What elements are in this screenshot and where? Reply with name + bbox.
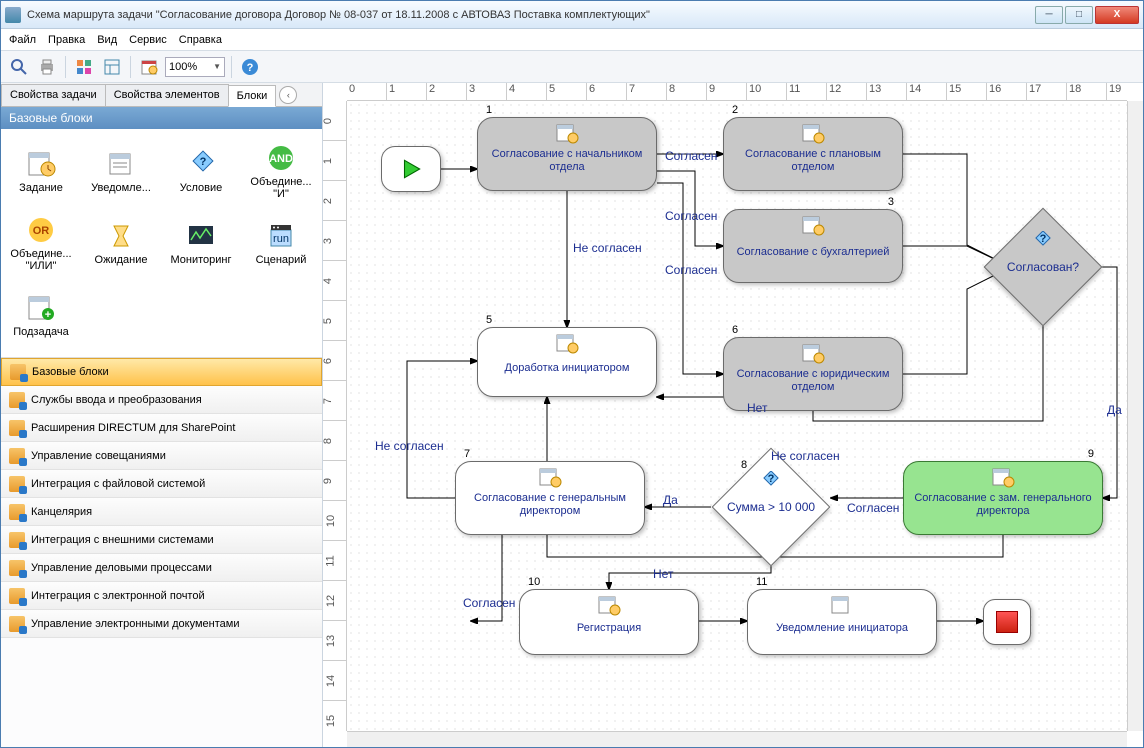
svg-text:?: ? bbox=[200, 156, 207, 168]
menu-service[interactable]: Сервис bbox=[129, 34, 167, 46]
ruler-vertical: 0123456789101112131415 bbox=[323, 101, 347, 731]
palette-condition[interactable]: ?Условие bbox=[161, 135, 241, 207]
titlebar: Схема маршрута задачи "Согласование дого… bbox=[1, 1, 1143, 29]
label-e10: Нет bbox=[653, 567, 673, 581]
node-2[interactable]: 2 Согласование с плановым отделом bbox=[723, 117, 903, 191]
tab-blocks[interactable]: Блоки bbox=[228, 85, 277, 107]
node-11[interactable]: 11 Уведомление инициатора bbox=[747, 589, 937, 655]
start-node[interactable] bbox=[381, 146, 441, 192]
node-3[interactable]: 3 Согласование с бухгалтерией bbox=[723, 209, 903, 283]
node-5[interactable]: 5 Доработка инициатором bbox=[477, 327, 657, 397]
label-e8: Да bbox=[663, 493, 678, 507]
label-e11: Согласен bbox=[463, 596, 515, 610]
svg-text:OR: OR bbox=[33, 225, 50, 237]
close-button[interactable]: X bbox=[1095, 6, 1139, 24]
accordion: Базовые блоки Службы ввода и преобразова… bbox=[1, 357, 322, 638]
palette-notify[interactable]: Уведомле... bbox=[81, 135, 161, 207]
svg-text:AND: AND bbox=[269, 153, 293, 165]
palette-and[interactable]: ANDОбъедине... "И" bbox=[241, 135, 321, 207]
palette-task[interactable]: Задание bbox=[1, 135, 81, 207]
tab-collapse-button[interactable]: ‹ bbox=[279, 86, 297, 104]
svg-text:?: ? bbox=[768, 473, 775, 485]
svg-text:+: + bbox=[45, 309, 51, 321]
tab-element-props[interactable]: Свойства элементов bbox=[105, 84, 229, 106]
app-icon bbox=[5, 7, 21, 23]
menu-help[interactable]: Справка bbox=[179, 34, 222, 46]
acc-email[interactable]: Интеграция с электронной почтой bbox=[1, 582, 322, 610]
zoom-combo[interactable]: 100%▼ bbox=[165, 57, 225, 77]
ruler-horizontal: 012345678910111213141516171819 bbox=[347, 83, 1127, 101]
node-8[interactable]: 8 ? Сумма > 10 000 bbox=[711, 467, 831, 547]
label-e4: Согласен bbox=[665, 263, 717, 277]
svg-text:?: ? bbox=[247, 62, 254, 74]
end-node[interactable] bbox=[983, 599, 1031, 645]
svg-text:?: ? bbox=[1040, 233, 1047, 245]
palette-or[interactable]: ORОбъедине... "ИЛИ" bbox=[1, 207, 81, 279]
tab-task-props[interactable]: Свойства задачи bbox=[1, 84, 106, 106]
node-1[interactable]: 1 Согласование с начальником отдела bbox=[477, 117, 657, 191]
svg-text:run: run bbox=[273, 233, 289, 245]
label-e1: Согласен bbox=[665, 149, 717, 163]
palette-script[interactable]: runСценарий bbox=[241, 207, 321, 279]
palette-header: Базовые блоки bbox=[1, 107, 322, 129]
acc-input-services[interactable]: Службы ввода и преобразования bbox=[1, 386, 322, 414]
tool-calendar-icon[interactable] bbox=[137, 55, 161, 79]
tool-search-icon[interactable] bbox=[7, 55, 31, 79]
label-e6: Не согласен bbox=[771, 449, 840, 463]
tool-blocks-icon[interactable] bbox=[72, 55, 96, 79]
node-7[interactable]: 7 Согласование с генеральным директором bbox=[455, 461, 645, 535]
maximize-button[interactable]: □ bbox=[1065, 6, 1093, 24]
acc-filesystem[interactable]: Интеграция с файловой системой bbox=[1, 470, 322, 498]
menubar: Файл Правка Вид Сервис Справка bbox=[1, 29, 1143, 51]
tab-strip: Свойства задачи Свойства элементов Блоки… bbox=[1, 83, 322, 107]
acc-sharepoint[interactable]: Расширения DIRECTUM для SharePoint bbox=[1, 414, 322, 442]
canvas-wrap: 012345678910111213141516171819 012345678… bbox=[323, 83, 1143, 747]
label-e9: Согласен bbox=[847, 501, 899, 515]
acc-external[interactable]: Интеграция с внешними системами bbox=[1, 526, 322, 554]
window-title: Схема маршрута задачи "Согласование дого… bbox=[27, 9, 1035, 21]
palette-subtask[interactable]: +Подзадача bbox=[1, 279, 81, 351]
minimize-button[interactable]: ─ bbox=[1035, 6, 1063, 24]
acc-edocs[interactable]: Управление электронными документами bbox=[1, 610, 322, 638]
acc-basic-blocks[interactable]: Базовые блоки bbox=[1, 358, 322, 386]
node-6[interactable]: 6 Согласование с юридическим отделом bbox=[723, 337, 903, 411]
node-9[interactable]: 9 Согласование с зам. генерального дирек… bbox=[903, 461, 1103, 535]
acc-bpm[interactable]: Управление деловыми процессами bbox=[1, 554, 322, 582]
label-e7: Да bbox=[1107, 403, 1122, 417]
label-e3: Не согласен bbox=[573, 241, 642, 255]
palette-wait[interactable]: Ожидание bbox=[81, 207, 161, 279]
label-e2: Согласен bbox=[665, 209, 717, 223]
menu-view[interactable]: Вид bbox=[97, 34, 117, 46]
left-pane: Свойства задачи Свойства элементов Блоки… bbox=[1, 83, 323, 747]
menu-edit[interactable]: Правка bbox=[48, 34, 85, 46]
menu-file[interactable]: Файл bbox=[9, 34, 36, 46]
acc-chancellery[interactable]: Канцелярия bbox=[1, 498, 322, 526]
tool-help-icon[interactable]: ? bbox=[238, 55, 262, 79]
canvas[interactable]: 1 Согласование с начальником отдела 2 Со… bbox=[347, 101, 1127, 731]
node-4[interactable]: 4 ? Согласован? bbox=[983, 227, 1103, 307]
label-e5: Нет bbox=[747, 401, 767, 415]
scrollbar-vertical[interactable] bbox=[1127, 101, 1143, 731]
tool-layout-icon[interactable] bbox=[100, 55, 124, 79]
label-e12: Не согласен bbox=[375, 439, 444, 453]
palette-monitor[interactable]: Мониторинг bbox=[161, 207, 241, 279]
toolbar: 100%▼ ? bbox=[1, 51, 1143, 83]
acc-meetings[interactable]: Управление совещаниями bbox=[1, 442, 322, 470]
palette-grid: Задание Уведомле... ?Условие ANDОбъедине… bbox=[1, 129, 322, 357]
tool-print-icon[interactable] bbox=[35, 55, 59, 79]
node-10[interactable]: 10 Регистрация bbox=[519, 589, 699, 655]
scrollbar-horizontal[interactable] bbox=[347, 731, 1127, 747]
